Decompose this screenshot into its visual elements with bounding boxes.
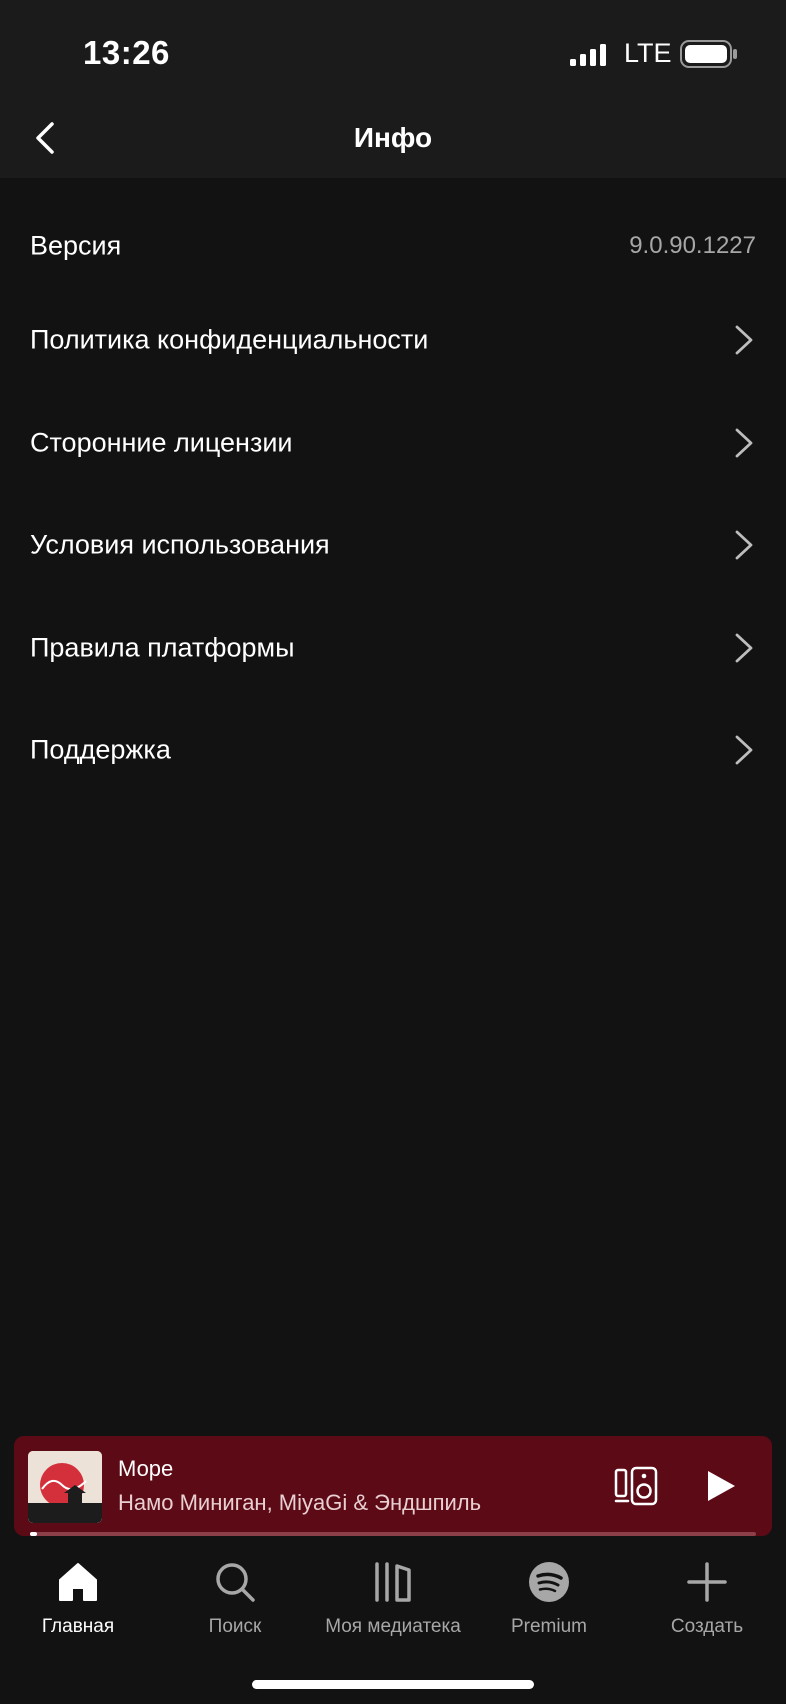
tab-search-label: Поиск [208, 1616, 262, 1637]
network-type: LTE [624, 38, 672, 68]
tab-create-label: Создать [670, 1616, 744, 1637]
home-icon [59, 1563, 97, 1601]
chevron-right-icon [735, 530, 753, 560]
tab-library-label: Моя медиатека [325, 1616, 461, 1637]
privacy-policy-label: Политика конфиденциальности [30, 324, 429, 355]
terms-of-use-row[interactable]: Условия использования [0, 495, 786, 595]
tab-premium-label: Premium [510, 1616, 587, 1637]
support-label: Поддержка [30, 734, 171, 765]
track-artist: Намо Миниган, MiyaGi & Эндшпиль [118, 1490, 482, 1515]
version-value: 9.0.90.1227 [629, 232, 756, 259]
album-cover [28, 1451, 102, 1523]
terms-of-use-label: Условия использования [30, 529, 330, 560]
page-header: Инфо [0, 100, 786, 178]
spotify-logo-icon [529, 1562, 569, 1602]
battery-icon [680, 40, 737, 68]
chevron-right-icon [735, 325, 753, 355]
status-time: 13:26 [83, 34, 170, 71]
now-playing-bar[interactable]: Море Намо Миниган, MiyaGi & Эндшпиль [14, 1436, 772, 1536]
search-icon [216, 1563, 255, 1602]
playback-progress-fill [30, 1532, 38, 1536]
platform-rules-row[interactable]: Правила платформы [0, 598, 786, 698]
status-bar: 13:26 LTE [0, 0, 786, 100]
version-row: Версия 9.0.90.1227 [0, 196, 786, 296]
connect-device-icon[interactable] [614, 1466, 658, 1506]
chevron-right-icon [735, 633, 753, 663]
tab-home-label: Главная [41, 1616, 115, 1637]
chevron-right-icon [735, 428, 753, 458]
third-party-licenses-label: Сторонние лицензии [30, 427, 293, 458]
library-icon [375, 1562, 411, 1602]
tab-premium[interactable]: Premium [474, 1560, 624, 1650]
platform-rules-label: Правила платформы [30, 632, 295, 663]
chevron-right-icon [735, 735, 753, 765]
page-title: Инфо [353, 122, 433, 153]
album-art-image [28, 1451, 102, 1523]
playback-progress[interactable] [30, 1532, 756, 1536]
privacy-policy-row[interactable]: Политика конфиденциальности [0, 290, 786, 390]
play-icon[interactable] [704, 1468, 738, 1504]
tab-home[interactable]: Главная [3, 1560, 153, 1650]
track-title: Море [118, 1456, 174, 1481]
third-party-licenses-row[interactable]: Сторонние лицензии [0, 393, 786, 493]
version-label: Версия [30, 230, 122, 261]
signal-strength-icon [570, 44, 606, 66]
tab-create[interactable]: Создать [632, 1560, 782, 1650]
home-indicator[interactable] [252, 1680, 534, 1689]
tab-search[interactable]: Поиск [160, 1560, 310, 1650]
tab-library[interactable]: Моя медиатека [318, 1560, 468, 1650]
plus-icon [687, 1562, 727, 1602]
support-row[interactable]: Поддержка [0, 700, 786, 800]
